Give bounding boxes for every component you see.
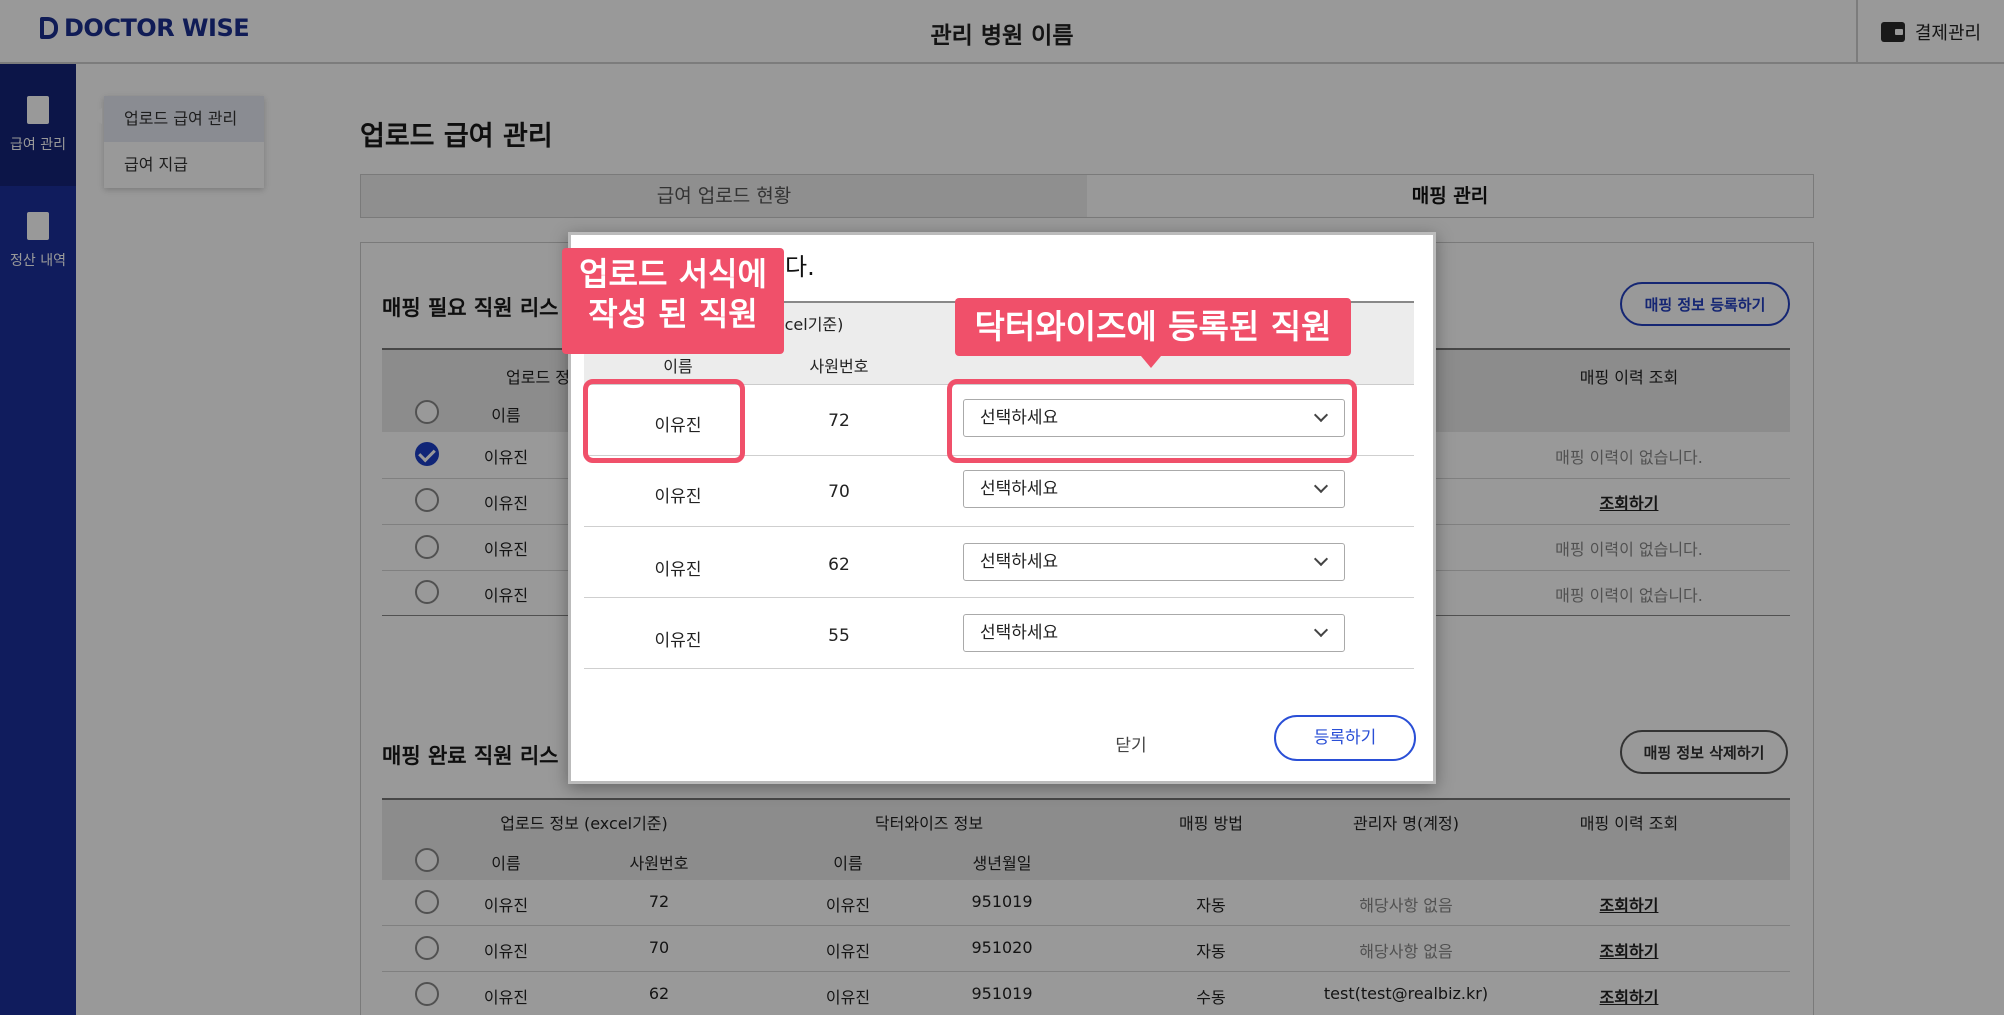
select-value: 선택하세요: [980, 623, 1059, 643]
highlight-upload-employee: [583, 379, 745, 463]
chevron-down-icon: [1313, 551, 1329, 567]
doctorwise-employee-select[interactable]: 선택하세요: [963, 470, 1345, 508]
select-value: 선택하세요: [980, 552, 1059, 572]
select-value: 선택하세요: [980, 479, 1059, 499]
chevron-down-icon: [1313, 622, 1329, 638]
register-button[interactable]: 등록하기: [1274, 715, 1416, 761]
annotation-line: 업로드 서식에: [579, 255, 767, 293]
modal-row-name: 이유진: [654, 560, 702, 580]
chevron-down-icon: [1313, 478, 1329, 494]
annotation-doctorwise-employee: 닥터와이즈에 등록된 직원: [955, 298, 1351, 368]
row-divider: [584, 526, 1414, 527]
modal-row-emp-no: 70: [828, 482, 850, 502]
modal-row-name: 이유진: [654, 631, 702, 651]
modal-title-text: 다.: [785, 253, 815, 281]
modal-header-upload-info: cel기준): [784, 315, 844, 334]
annotation-line: 작성 된 직원: [588, 295, 758, 333]
modal-header-name: 이름: [663, 357, 693, 376]
close-button[interactable]: 닫기: [1115, 731, 1146, 756]
modal-header-emp-no: 사원번호: [809, 357, 869, 376]
doctorwise-employee-select[interactable]: 선택하세요: [963, 543, 1345, 581]
row-divider: [584, 668, 1414, 669]
modal-row-name: 이유진: [654, 487, 702, 507]
doctorwise-employee-select[interactable]: 선택하세요: [963, 614, 1345, 652]
modal-row-emp-no: 62: [828, 555, 850, 575]
highlight-doctorwise-employee: [947, 379, 1357, 463]
annotation-upload-employee: 업로드 서식에 작성 된 직원: [562, 248, 784, 354]
modal-row-emp-no: 55: [828, 626, 850, 646]
row-divider: [584, 597, 1414, 598]
modal-row-emp-no: 72: [828, 411, 850, 431]
